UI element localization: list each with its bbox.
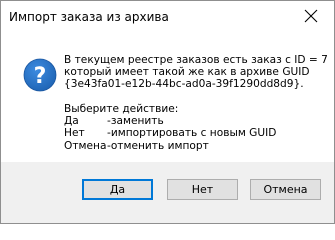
message-line: В текущем реестре заказов есть заказ с I… — [64, 54, 328, 66]
button-bar: Да Нет Отмена — [1, 162, 334, 223]
message-line: {3e43fa01-e12b-44bc-ad0a-39f1290dd8d9}. — [64, 78, 304, 91]
close-icon — [304, 9, 318, 23]
option-key: Нет — [64, 127, 85, 140]
message-line: который имеет такой же как в архиве GUID — [64, 66, 310, 79]
dialog-title: Импорт заказа из архива — [9, 10, 169, 24]
option-desc: -заменить — [107, 115, 164, 128]
import-order-dialog: Импорт заказа из архива ? В текущем реес… — [0, 0, 335, 224]
option-key: Да — [64, 115, 79, 128]
no-button[interactable]: Нет — [167, 179, 238, 200]
svg-text:?: ? — [34, 64, 47, 89]
option-row: Отмена-отменить импорт — [64, 140, 328, 152]
yes-button[interactable]: Да — [82, 179, 153, 200]
message-text: В текущем реестре заказов есть заказ с I… — [64, 54, 328, 152]
option-desc: -отменить импорт — [107, 139, 209, 152]
close-button[interactable] — [290, 1, 334, 31]
dialog-content: ? В текущем реестре заказов есть заказ с… — [1, 31, 334, 162]
option-row: Нет -импортировать с новым GUID — [64, 127, 328, 139]
cancel-button[interactable]: Отмена — [250, 179, 321, 200]
option-key: Отмена — [64, 139, 107, 152]
option-row: Да -заменить — [64, 115, 328, 127]
action-prompt: Выберите действие: — [64, 103, 179, 116]
question-icon: ? — [23, 58, 57, 92]
title-bar[interactable]: Импорт заказа из архива — [1, 1, 334, 31]
option-desc: -импортировать с новым GUID — [107, 127, 277, 140]
